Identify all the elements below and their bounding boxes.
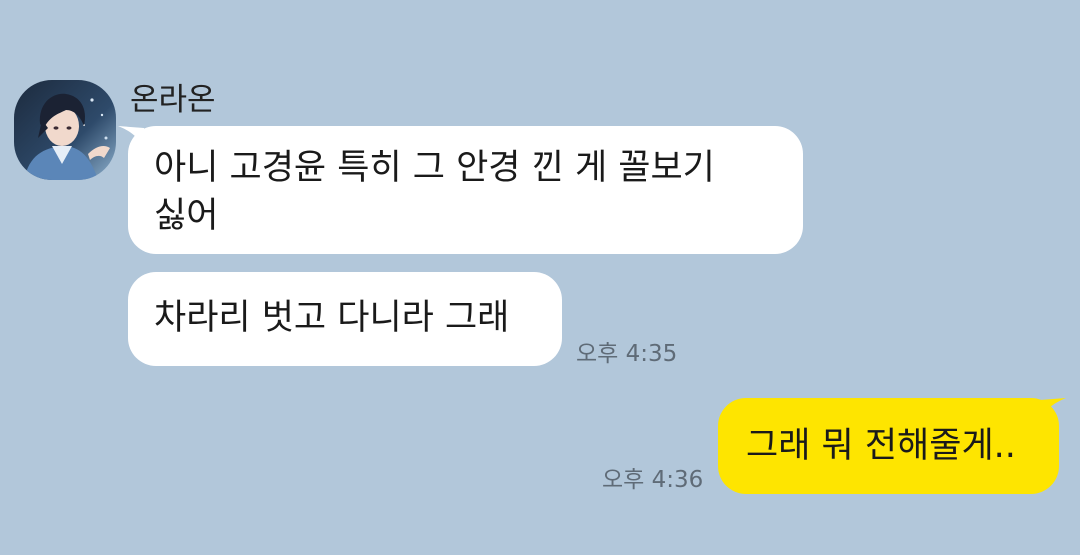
outgoing-message-bubble[interactable]: 그래 뭐 전해줄게.. bbox=[718, 398, 1059, 494]
message-timestamp: 오후 4:35 bbox=[576, 341, 678, 367]
sender-name[interactable]: 온라온 bbox=[130, 80, 216, 120]
incoming-message-bubble[interactable]: 차라리 벗고 다니라 그래 bbox=[128, 272, 562, 366]
sender-avatar[interactable] bbox=[14, 80, 116, 180]
profile-picture-icon bbox=[14, 80, 116, 180]
incoming-message-bubble[interactable]: 아니 고경윤 특히 그 안경 낀 게 꼴보기 싫어 bbox=[128, 126, 803, 254]
message-timestamp: 오후 4:36 bbox=[602, 467, 704, 493]
